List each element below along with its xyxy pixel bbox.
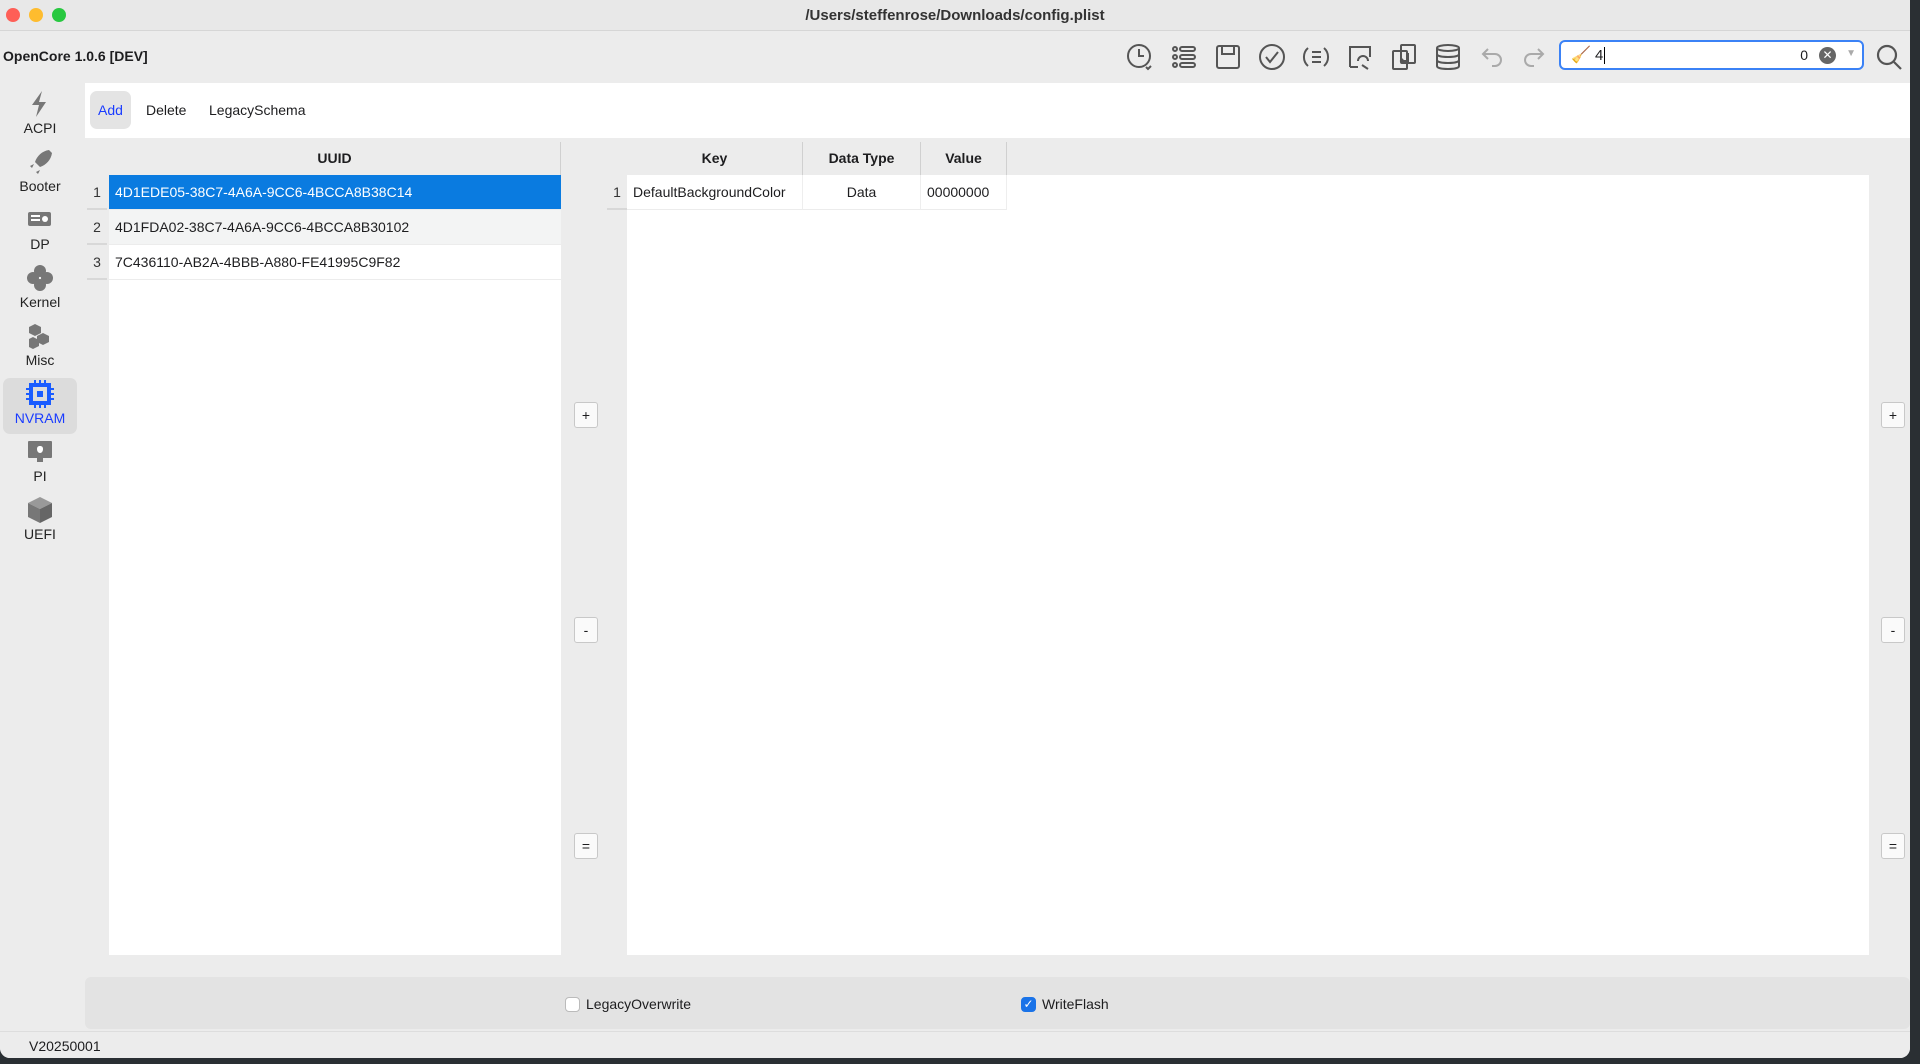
sidebar-item-misc[interactable]: Misc — [3, 320, 77, 376]
value-cell[interactable]: 00000000 — [921, 175, 1007, 210]
legacy-overwrite-checkbox[interactable]: LegacyOverwrite — [565, 996, 691, 1012]
row-number: 1 — [607, 175, 627, 210]
tab-bar: Add Delete LegacySchema — [85, 83, 1910, 138]
search-icon[interactable] — [1873, 41, 1905, 73]
sidebar-item-acpi[interactable]: ACPI — [3, 88, 77, 144]
sidebar-item-label: UEFI — [24, 526, 56, 542]
app-window: /Users/steffenrose/Downloads/config.plis… — [0, 0, 1910, 1058]
clear-search-icon[interactable]: ✕ — [1819, 47, 1836, 64]
chip-icon — [3, 378, 77, 410]
sidebar: ACPI Booter DP Kernel Misc NVRAM PI UEFI — [0, 83, 84, 1031]
tab-delete[interactable]: Delete — [138, 91, 194, 129]
database-icon[interactable] — [1432, 41, 1464, 73]
legacy-overwrite-label: LegacyOverwrite — [586, 996, 692, 1012]
table-row[interactable]: 7C436110-AB2A-4BBB-A880-FE41995C9F82 — [109, 245, 561, 280]
sidebar-item-kernel[interactable]: Kernel — [3, 262, 77, 318]
options-panel: LegacyOverwrite ✓ WriteFlash — [85, 977, 1910, 1029]
check-icon[interactable] — [1256, 41, 1288, 73]
tab-legacy-schema[interactable]: LegacySchema — [201, 91, 314, 129]
box-icon — [3, 494, 77, 526]
bolt-icon — [3, 88, 77, 120]
toolbar: OpenCore 1.0.6 [DEV] 🧹 4 0 ✕ ▼ — [0, 31, 1910, 83]
list-icon[interactable] — [1168, 41, 1200, 73]
sidebar-item-dp[interactable]: DP — [3, 204, 77, 260]
broom-icon[interactable]: 🧹 — [1571, 45, 1591, 65]
row-number: 3 — [87, 245, 107, 280]
copy-icon[interactable] — [1388, 41, 1420, 73]
cubes-icon — [3, 320, 77, 352]
chevron-down-icon[interactable]: ▼ — [1846, 48, 1856, 59]
title-bar: /Users/steffenrose/Downloads/config.plis… — [0, 0, 1910, 31]
add-uuid-button[interactable]: + — [574, 402, 598, 428]
list-cycle-icon[interactable] — [1300, 41, 1332, 73]
sidebar-item-label: Kernel — [19, 294, 61, 310]
sidebar-item-label: PI — [33, 468, 47, 484]
tab-add[interactable]: Add — [90, 91, 131, 129]
checkbox-checked-icon[interactable]: ✓ — [1021, 996, 1036, 1012]
remove-uuid-button[interactable]: - — [574, 617, 598, 643]
row-number: 1 — [87, 175, 107, 210]
redo-icon[interactable] — [1518, 41, 1550, 73]
sidebar-item-nvram[interactable]: NVRAM — [3, 378, 77, 434]
search-input[interactable]: 4 — [1595, 47, 1606, 64]
table-row[interactable]: 4D1EDE05-38C7-4A6A-9CC6-4BCCA8B38C14 — [109, 175, 561, 210]
edit-link-icon[interactable] — [1344, 41, 1376, 73]
save-icon[interactable] — [1212, 41, 1244, 73]
main-panel: Add Delete LegacySchema UUID 4D1EDE05-38… — [85, 83, 1910, 1031]
sidebar-item-label: ACPI — [23, 120, 57, 136]
write-flash-label: WriteFlash — [1042, 996, 1109, 1012]
remove-key-button[interactable]: - — [1881, 617, 1905, 643]
apple-monitor-icon — [3, 436, 77, 468]
rocket-icon — [3, 146, 77, 178]
copy-key-button[interactable]: = — [1881, 833, 1905, 859]
version-label: V20250001 — [29, 1038, 101, 1054]
sidebar-item-label: NVRAM — [14, 410, 66, 426]
app-title: OpenCore 1.0.6 [DEV] — [3, 48, 148, 64]
table-row[interactable]: 4D1FDA02-38C7-4A6A-9CC6-4BCCA8B30102 — [109, 210, 561, 245]
uuid-table: UUID 4D1EDE05-38C7-4A6A-9CC6-4BCCA8B38C1… — [109, 142, 561, 955]
add-key-button[interactable]: + — [1881, 402, 1905, 428]
write-flash-checkbox[interactable]: ✓ WriteFlash — [1021, 996, 1109, 1012]
graphics-card-icon — [3, 204, 77, 236]
row-number: 2 — [87, 210, 107, 245]
uuid-column-header[interactable]: UUID — [109, 142, 561, 175]
data-type-column-header[interactable]: Data Type — [803, 142, 921, 175]
data-type-cell[interactable]: Data — [803, 175, 921, 210]
clock-icon[interactable] — [1124, 41, 1156, 73]
window-title: /Users/steffenrose/Downloads/config.plis… — [805, 7, 1105, 24]
value-column-header[interactable]: Value — [921, 142, 1007, 175]
copy-uuid-button[interactable]: = — [574, 833, 598, 859]
sidebar-item-uefi[interactable]: UEFI — [3, 494, 77, 550]
search-field[interactable]: 🧹 4 0 ✕ ▼ — [1559, 40, 1864, 70]
sidebar-item-label: Booter — [19, 178, 61, 194]
key-value-table: Key Data Type Value DefaultBackgroundCol… — [627, 142, 1869, 955]
kernel-icon — [3, 262, 77, 294]
sidebar-item-booter[interactable]: Booter — [3, 146, 77, 202]
key-cell[interactable]: DefaultBackgroundColor — [627, 175, 803, 210]
checkbox-unchecked-icon[interactable] — [565, 996, 580, 1012]
search-match-count: 0 — [1800, 47, 1808, 63]
sidebar-item-label: DP — [30, 236, 50, 252]
key-column-header[interactable]: Key — [627, 142, 803, 175]
sidebar-item-pi[interactable]: PI — [3, 436, 77, 492]
undo-icon[interactable] — [1476, 41, 1508, 73]
sidebar-item-label: Misc — [25, 352, 55, 368]
status-bar: V20250001 — [0, 1031, 1910, 1058]
